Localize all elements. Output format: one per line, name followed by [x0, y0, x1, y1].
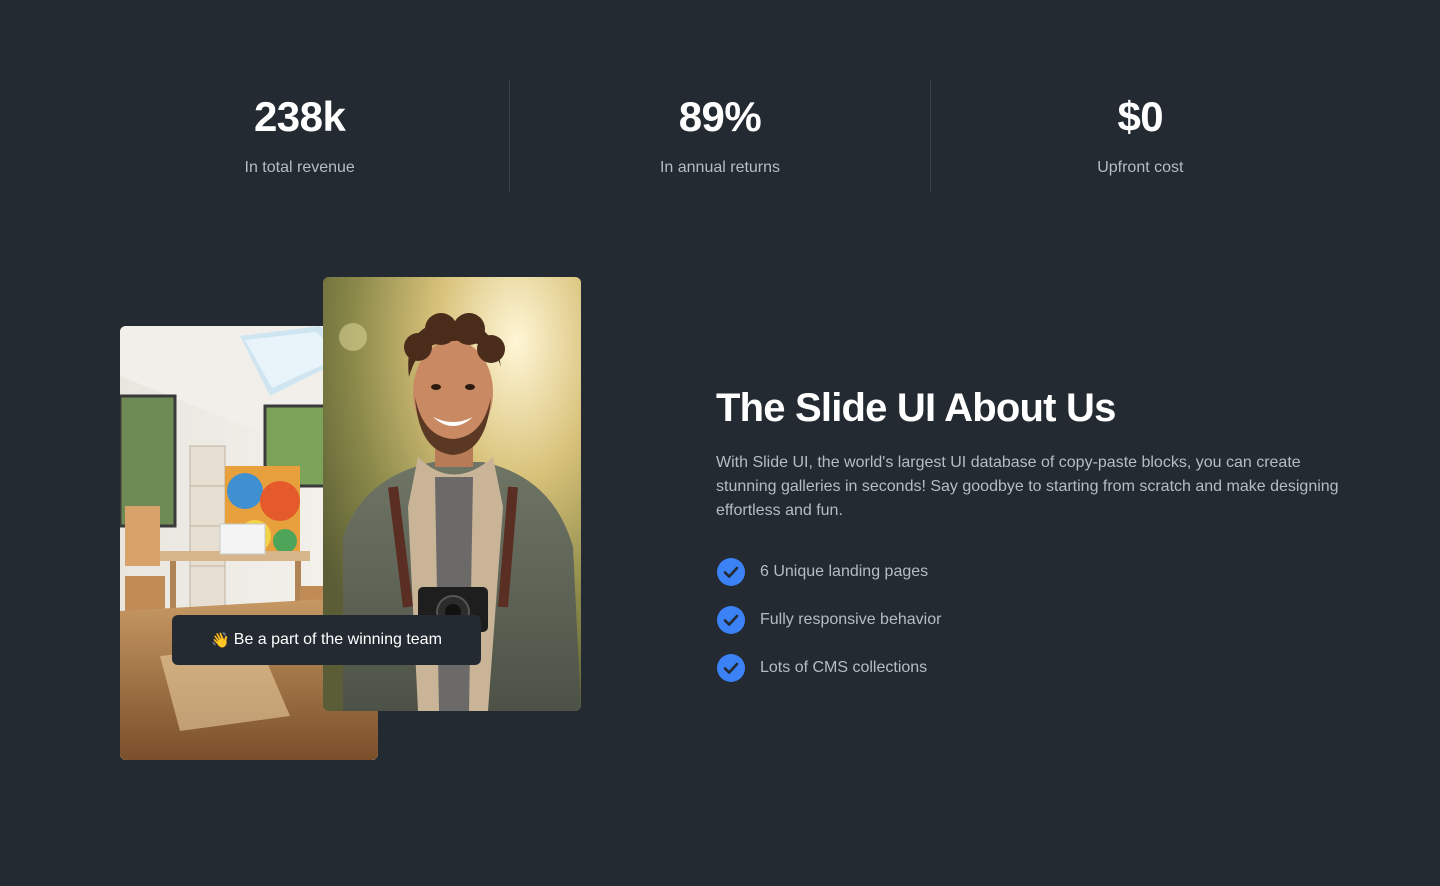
stat-value: 238k: [253, 93, 346, 140]
winning-team-badge: 👋 Be a part of the winning team: [172, 615, 481, 665]
stat-returns: 89% In annual returns: [509, 80, 929, 192]
check-circle-icon: [717, 558, 745, 586]
feature-list: 6 Unique landing pages Fully responsive …: [716, 557, 1356, 683]
badge-text: Be a part of the winning team: [233, 631, 442, 648]
feature-item: 6 Unique landing pages: [716, 557, 1356, 587]
stat-upfront-cost: $0 Upfront cost: [929, 80, 1350, 192]
feature-label: 6 Unique landing pages: [760, 563, 929, 580]
stat-revenue: 238k In total revenue: [90, 80, 509, 192]
check-circle-icon: [717, 654, 745, 682]
waving-hand-icon: 👋: [211, 631, 230, 649]
feature-label: Lots of CMS collections: [760, 659, 928, 676]
feature-item: Fully responsive behavior: [716, 605, 1356, 635]
feature-item: Lots of CMS collections: [716, 653, 1356, 683]
check-circle-icon: [717, 606, 745, 634]
stat-value: 89%: [678, 93, 762, 140]
stats-row: 238k In total revenue 89% In annual retu…: [90, 80, 1350, 192]
about-title: The Slide UI About Us: [716, 386, 1116, 430]
stat-label: In annual returns: [659, 159, 781, 176]
about-description: With Slide UI, the world's largest UI da…: [716, 454, 1339, 519]
feature-label: Fully responsive behavior: [760, 611, 942, 628]
stat-label: In total revenue: [244, 159, 355, 176]
stat-label: Upfront cost: [1097, 159, 1184, 176]
about-section: The Slide UI About Us With Slide UI, the…: [716, 384, 1356, 701]
stat-value: $0: [1117, 93, 1164, 140]
